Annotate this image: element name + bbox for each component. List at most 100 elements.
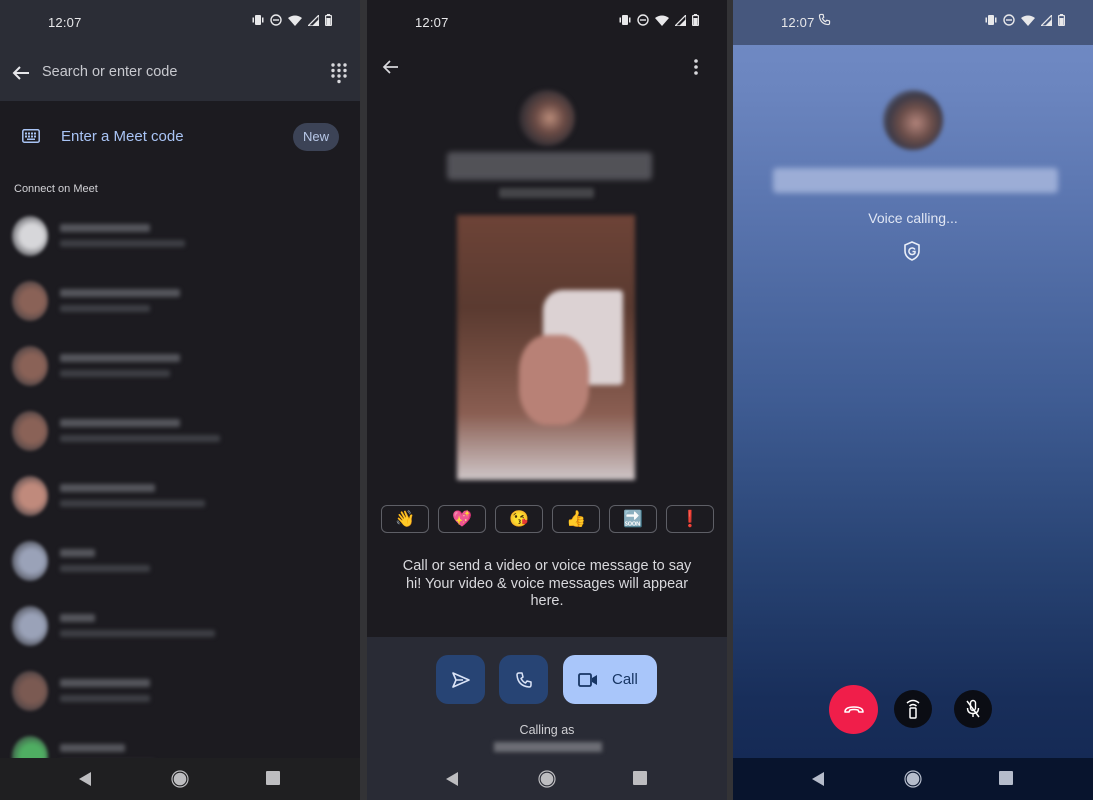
contact-name-redacted [60, 614, 95, 622]
do-not-disturb-icon [1003, 14, 1015, 26]
end-call-button[interactable] [829, 685, 878, 734]
reaction-button[interactable]: 😘 [495, 505, 543, 533]
speaker-button[interactable] [894, 690, 932, 728]
contact-name-redacted [60, 289, 180, 297]
do-not-disturb-icon [637, 14, 649, 26]
contact-detail-redacted [60, 630, 215, 637]
back-arrow-icon[interactable] [10, 62, 32, 84]
nav-home-icon[interactable] [538, 770, 556, 788]
do-not-disturb-icon [270, 14, 282, 26]
nav-home-icon[interactable] [904, 770, 922, 788]
vibrate-icon [985, 15, 997, 25]
reaction-bar: 👋 💖 😘 👍 🔜 ❗ [381, 505, 714, 533]
search-input[interactable] [42, 64, 302, 80]
contact-avatar [519, 90, 575, 146]
contact-detail-redacted [60, 305, 150, 312]
calling-screen: 12:07 Voice calling... [733, 0, 1093, 800]
navigation-bar [367, 758, 727, 800]
wifi-icon [655, 15, 669, 26]
nav-back-icon[interactable] [445, 771, 459, 787]
nav-home-icon[interactable] [171, 770, 189, 788]
video-preview[interactable] [457, 215, 635, 480]
signal-icon [1041, 14, 1052, 26]
contact-name-redacted [60, 679, 150, 687]
hang-up-icon [843, 705, 864, 713]
contact-name-redacted [60, 354, 180, 362]
call-button-label: Call [612, 671, 638, 688]
status-time: 12:07 [781, 15, 815, 30]
contact-list-item[interactable] [0, 342, 360, 407]
conversation-screen: 12:07 👋 💖 😘 👍 🔜 ❗ Call or send a video or voi… [367, 0, 727, 800]
wifi-icon [288, 15, 302, 26]
contact-list-item[interactable] [0, 472, 360, 537]
video-call-button[interactable]: Call [563, 655, 657, 704]
contact-detail-redacted [499, 188, 594, 198]
call-status: Voice calling... [868, 210, 958, 226]
nav-recents-icon[interactable] [999, 771, 1013, 785]
vibrate-icon [619, 15, 631, 25]
navigation-bar [0, 758, 360, 800]
battery-icon [1058, 14, 1065, 26]
status-time: 12:07 [48, 15, 82, 30]
status-bar: 12:07 [367, 0, 727, 45]
contact-name-redacted [60, 224, 150, 232]
contact-detail-redacted [60, 240, 185, 247]
more-options-icon[interactable] [693, 58, 699, 76]
calling-as-label: Calling as [519, 723, 575, 737]
new-badge: New [293, 123, 339, 151]
mute-button[interactable] [954, 690, 992, 728]
section-heading: Connect on Meet [14, 183, 98, 195]
nav-recents-icon[interactable] [266, 771, 280, 785]
send-message-button[interactable] [436, 655, 485, 704]
send-icon [451, 671, 470, 688]
dialpad-icon[interactable] [330, 62, 348, 84]
navigation-bar [733, 758, 1093, 800]
ongoing-call-icon [818, 13, 831, 26]
contact-name-redacted [60, 744, 125, 752]
status-bar: 12:07 [733, 0, 1093, 45]
contact-avatar [12, 346, 48, 386]
contact-avatar [12, 476, 48, 516]
phone-icon [515, 671, 532, 688]
reaction-button[interactable]: 👍 [552, 505, 600, 533]
contact-avatar [12, 216, 48, 256]
video-camera-icon [578, 672, 597, 687]
contact-avatar [883, 90, 943, 150]
contact-list-item[interactable] [0, 277, 360, 342]
reaction-button[interactable]: ❗ [666, 505, 714, 533]
contact-avatar [12, 281, 48, 321]
contact-name-redacted [60, 484, 155, 492]
meet-code-label: Enter a Meet code [61, 128, 184, 145]
panel-divider [360, 0, 367, 800]
signal-icon [308, 14, 319, 26]
reaction-button[interactable]: 👋 [381, 505, 429, 533]
battery-icon [325, 14, 332, 26]
reaction-button[interactable]: 💖 [438, 505, 486, 533]
empty-state-message: Call or send a video or voice message to… [402, 558, 692, 609]
verified-shield-icon [904, 241, 920, 261]
contact-list-item[interactable] [0, 537, 360, 602]
status-time: 12:07 [415, 15, 449, 30]
speaker-icon [906, 699, 920, 719]
contact-list-item[interactable] [0, 407, 360, 472]
contact-detail-redacted [60, 370, 170, 377]
nav-back-icon[interactable] [811, 771, 825, 787]
contact-list-item[interactable] [0, 667, 360, 732]
contact-avatar [12, 541, 48, 581]
voice-call-button[interactable] [499, 655, 548, 704]
calling-as-number-redacted [494, 742, 602, 752]
contact-list [0, 212, 360, 797]
nav-back-icon[interactable] [78, 771, 92, 787]
contact-list-item[interactable] [0, 212, 360, 277]
nav-recents-icon[interactable] [633, 771, 647, 785]
contact-name-redacted [773, 168, 1058, 193]
reaction-button[interactable]: 🔜 [609, 505, 657, 533]
back-arrow-icon[interactable] [381, 57, 401, 77]
signal-icon [675, 14, 686, 26]
contact-list-item[interactable] [0, 602, 360, 667]
contact-avatar [12, 411, 48, 451]
contact-detail-redacted [60, 695, 150, 702]
contact-name-redacted [60, 419, 180, 427]
contact-detail-redacted [60, 565, 150, 572]
vibrate-icon [252, 15, 264, 25]
